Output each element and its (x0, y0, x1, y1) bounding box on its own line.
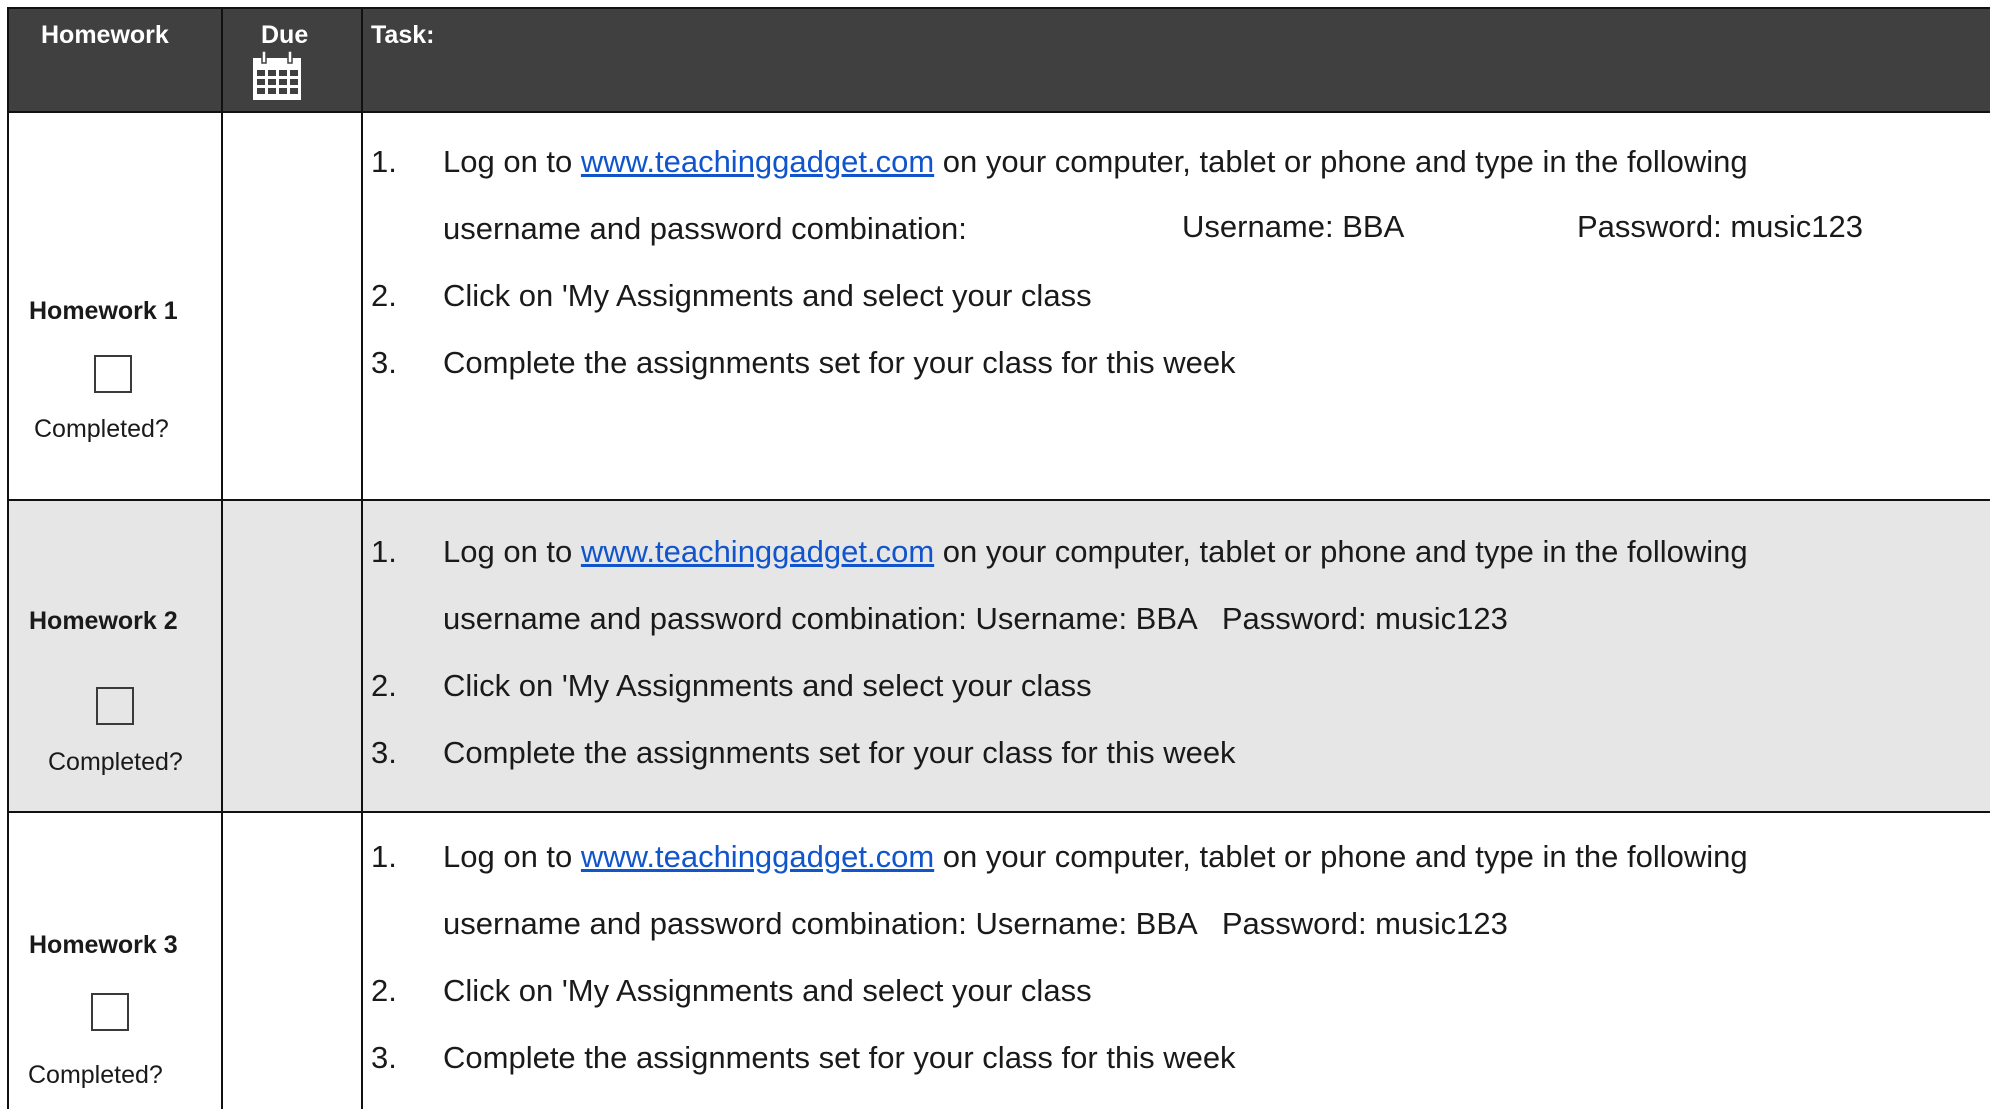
step-text: Complete the assignments set for your cl… (443, 345, 1236, 380)
homework-title: Homework 3 (29, 931, 178, 959)
completed-label: Completed? (48, 748, 183, 776)
table-header: Homework Due Task: (7, 7, 1990, 111)
step-text-suffix: on your computer, tablet or phone and ty… (934, 144, 1748, 179)
homework-title: Homework 2 (29, 607, 178, 635)
password-text: Password: music123 (1577, 209, 1864, 244)
completed-checkbox[interactable] (96, 687, 134, 725)
step-text: Click on 'My Assignments and select your… (443, 278, 1092, 313)
row-divider (7, 499, 1990, 501)
step-text-continued: username and password combination: (443, 211, 967, 246)
step-text: Click on 'My Assignments and select your… (443, 668, 1092, 703)
step-number: 1. (371, 144, 397, 179)
step-text: Log on to www.teachinggadget.com on your… (443, 144, 1748, 180)
row-divider (7, 811, 1990, 813)
step-number: 3. (371, 735, 397, 770)
step-text-prefix: Log on to (443, 534, 581, 569)
homework-table: Homework Due Task: Homework 1 Completed?… (7, 7, 1990, 1109)
step-number: 2. (371, 973, 397, 1008)
step-text: Click on 'My Assignments and select your… (443, 973, 1092, 1008)
header-due: Due (261, 21, 309, 49)
step-number: 3. (371, 345, 397, 380)
column-divider (7, 7, 9, 1109)
header-homework: Homework (41, 21, 169, 49)
step-number: 3. (371, 1040, 397, 1075)
completed-checkbox[interactable] (91, 993, 129, 1031)
step-number: 1. (371, 534, 397, 569)
completed-label: Completed? (34, 415, 169, 443)
step-text: Log on to www.teachinggadget.com on your… (443, 534, 1748, 570)
step-text-suffix: on your computer, tablet or phone and ty… (934, 534, 1748, 569)
homework-row-2: Homework 2 Completed? 1. Log on to www.t… (7, 501, 1990, 811)
step-number: 2. (371, 668, 397, 703)
column-divider (221, 7, 223, 1109)
homework-row-1: Homework 1 Completed? 1. Log on to www.t… (7, 111, 1990, 499)
step-text-suffix: on your computer, tablet or phone and ty… (934, 839, 1748, 874)
step-number: 1. (371, 839, 397, 874)
teachinggadget-link[interactable]: www.teachinggadget.com (581, 144, 934, 179)
step-text: Complete the assignments set for your cl… (443, 1040, 1236, 1075)
completed-label: Completed? (28, 1061, 163, 1089)
homework-row-3: Homework 3 Completed? 1. Log on to www.t… (7, 813, 1990, 1109)
homework-title: Homework 1 (29, 297, 178, 325)
step-text-prefix: Log on to (443, 839, 581, 874)
row-divider (7, 111, 1990, 113)
step-text-continued: username and password combination: Usern… (443, 906, 1508, 941)
calendar-icon (253, 50, 301, 100)
completed-checkbox[interactable] (94, 355, 132, 393)
step-text-continued: username and password combination: Usern… (443, 601, 1508, 636)
step-number: 2. (371, 278, 397, 313)
step-text: Log on to www.teachinggadget.com on your… (443, 839, 1748, 875)
header-task: Task: (371, 21, 435, 49)
step-text-prefix: Log on to (443, 144, 581, 179)
username-text: Username: BBA (1182, 209, 1405, 244)
column-divider (361, 7, 363, 1109)
table-border-top (7, 7, 1990, 9)
step-text: Complete the assignments set for your cl… (443, 735, 1236, 770)
teachinggadget-link[interactable]: www.teachinggadget.com (581, 839, 934, 874)
teachinggadget-link[interactable]: www.teachinggadget.com (581, 534, 934, 569)
